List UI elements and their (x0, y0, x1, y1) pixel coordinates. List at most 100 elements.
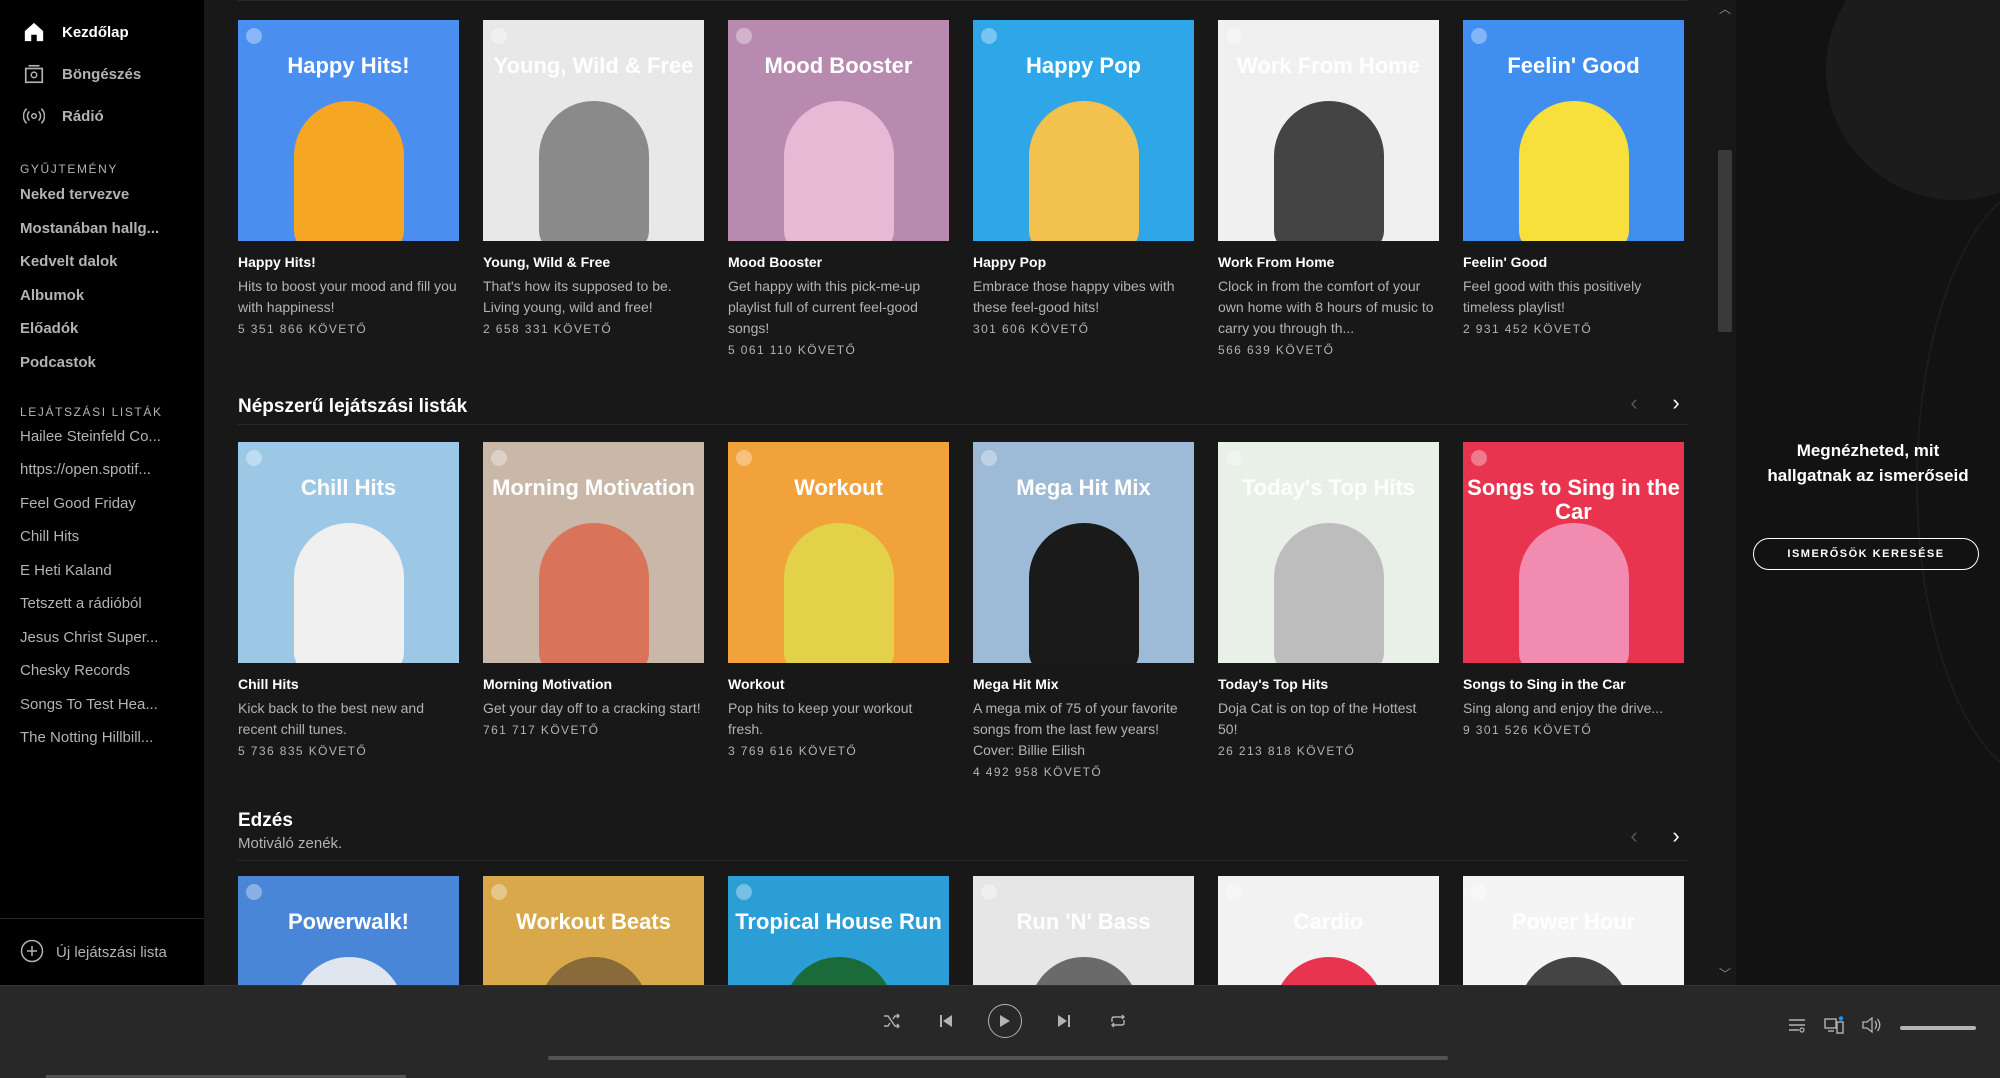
playlist-cover[interactable]: Young, Wild & Free (483, 20, 704, 241)
progress-bar[interactable] (548, 1056, 1448, 1060)
cover-figure (1518, 101, 1629, 241)
playlist-cover[interactable]: Morning Motivation (483, 442, 704, 663)
playlist-cover[interactable]: Happy Pop (973, 20, 1194, 241)
playlist-card[interactable]: Young, Wild & Free Young, Wild & Free That… (483, 20, 704, 336)
queue-icon[interactable] (1788, 1017, 1806, 1038)
playlist-name[interactable]: Work From Home (1218, 254, 1439, 270)
playlist-item[interactable]: Jesus Christ Super... (20, 629, 158, 646)
scroll-up-icon[interactable]: ︿ (1718, 0, 1732, 17)
cover-figure (538, 523, 649, 663)
playlist-name[interactable]: Mood Booster (728, 254, 949, 270)
playlist-cover[interactable]: Chill Hits (238, 442, 459, 663)
cover-title: Happy Pop (1026, 53, 1141, 78)
playlist-cover[interactable]: Run 'N' Bass (973, 876, 1194, 985)
find-friends-button[interactable]: ISMERŐSÖK KERESÉSE (1753, 538, 1979, 570)
playlist-description: Feel good with this positively timeless … (1463, 278, 1642, 315)
playlist-item[interactable]: The Notting Hillbill... (20, 729, 153, 746)
playlist-card[interactable]: Morning Motivation Morning Motivation Get … (483, 442, 704, 737)
volume-slider[interactable] (1900, 1025, 1976, 1030)
playlist-cover[interactable]: Today's Top Hits (1218, 442, 1439, 663)
cover-title: Powerwalk! (287, 909, 410, 934)
play-button[interactable] (988, 1004, 1022, 1038)
scrollbar[interactable]: ︿ ﹀ (1716, 0, 1736, 985)
playlist-card[interactable]: Powerwalk! (238, 876, 459, 985)
section-title-workout: Edzés (238, 810, 293, 831)
repeat-icon[interactable] (1106, 1009, 1130, 1033)
playlist-name[interactable]: Happy Hits! (238, 254, 459, 270)
nav-home[interactable]: Kezdőlap (20, 12, 129, 52)
cover-figure (1518, 523, 1629, 663)
playlist-cover[interactable]: Tropical House Run (728, 876, 949, 985)
cover-figure (538, 101, 649, 241)
playlist-item[interactable]: Feel Good Friday (20, 495, 136, 512)
playlist-name[interactable]: Mega Hit Mix (973, 676, 1194, 692)
chevron-right-icon[interactable]: › (1666, 823, 1686, 848)
nav-browse[interactable]: Böngészés (20, 54, 141, 94)
playlist-cover[interactable]: Mood Booster (728, 20, 949, 241)
chevron-left-icon[interactable]: ‹ (1624, 390, 1644, 415)
playlist-card[interactable]: Workout Workout Pop hits to keep your work… (728, 442, 949, 758)
playlist-item[interactable]: E Heti Kaland (20, 562, 112, 579)
collection-item-albums[interactable]: Albumok (20, 287, 84, 304)
playlist-name[interactable]: Morning Motivation (483, 676, 704, 692)
playlist-name[interactable]: Songs to Sing in the Car (1463, 676, 1684, 692)
playlist-card[interactable]: Power Hour (1463, 876, 1684, 985)
playlist-cover[interactable]: Work From Home (1218, 20, 1439, 241)
playlist-cover[interactable]: Workout (728, 442, 949, 663)
playlist-card[interactable]: Mega Hit Mix Mega Hit Mix A mega mix of 75… (973, 442, 1194, 779)
playlist-cover[interactable]: Workout Beats (483, 876, 704, 985)
sidebar: Kezdőlap Böngészés Rádió GYŰJTEMÉNY Neke… (0, 0, 204, 985)
playlist-cover[interactable]: Mega Hit Mix (973, 442, 1194, 663)
chevron-right-icon[interactable]: › (1666, 390, 1686, 415)
playlist-item[interactable]: Chesky Records (20, 662, 130, 679)
collection-item-made-for-you[interactable]: Neked tervezve (20, 186, 129, 203)
playlist-card[interactable]: Mood Booster Mood Booster Get happy with t… (728, 20, 949, 357)
playlist-name[interactable]: Young, Wild & Free (483, 254, 704, 270)
playlist-item[interactable]: Hailee Steinfeld Co... (20, 428, 161, 445)
playlist-card[interactable]: Workout Beats (483, 876, 704, 985)
playlist-cover[interactable]: Songs to Sing in the Car (1463, 442, 1684, 663)
playlist-description: A mega mix of 75 of your favorite songs … (973, 700, 1178, 758)
playlist-item[interactable]: Chill Hits (20, 528, 79, 545)
playlist-name[interactable]: Happy Pop (973, 254, 1194, 270)
collection-item-recently-played[interactable]: Mostanában hallg... (20, 220, 159, 237)
playlist-followers: 5 061 110 KÖVETŐ (728, 343, 857, 357)
playlist-name[interactable]: Chill Hits (238, 676, 459, 692)
playlist-item[interactable]: https://open.spotif... (20, 461, 151, 478)
playlist-cover[interactable]: Happy Hits! (238, 20, 459, 241)
playlist-item[interactable]: Songs To Test Hea... (20, 696, 158, 713)
previous-icon[interactable] (934, 1009, 958, 1033)
section-subtitle-workout: Motiváló zenék. (238, 835, 343, 852)
next-icon[interactable] (1052, 1009, 1076, 1033)
scroll-down-icon[interactable]: ﹀ (1718, 965, 1732, 982)
playlist-card[interactable]: Tropical House Run (728, 876, 949, 985)
playlist-name[interactable]: Workout (728, 676, 949, 692)
shuffle-icon[interactable] (880, 1009, 904, 1033)
playlist-card[interactable]: Chill Hits Chill Hits Kick back to the bes… (238, 442, 459, 758)
new-playlist-button[interactable]: Új lejátszási lista (0, 918, 204, 986)
playlist-card[interactable]: Feelin' Good Feelin' Good Feel good with t… (1463, 20, 1684, 336)
collection-item-liked-songs[interactable]: Kedvelt dalok (20, 253, 118, 270)
nav-radio[interactable]: Rádió (20, 96, 104, 136)
playlist-card[interactable]: Songs to Sing in the Car Songs to Sing in… (1463, 442, 1684, 737)
playlist-cover[interactable]: Powerwalk! (238, 876, 459, 985)
playlist-name[interactable]: Feelin' Good (1463, 254, 1684, 270)
playlist-card[interactable]: Happy Hits! Happy Hits! Hits to boost your… (238, 20, 459, 336)
playlist-item[interactable]: Tetszett a rádióból (20, 595, 142, 612)
playlist-card[interactable]: Work From Home Work From Home Clock in fro… (1218, 20, 1439, 357)
playlist-name[interactable]: Today's Top Hits (1218, 676, 1439, 692)
spotify-logo-icon (1471, 884, 1487, 900)
playlist-card[interactable]: Cardio (1218, 876, 1439, 985)
playlist-card[interactable]: Today's Top Hits Today's Top Hits Doja Cat… (1218, 442, 1439, 758)
collection-item-artists[interactable]: Előadók (20, 320, 78, 337)
playlist-cover[interactable]: Power Hour (1463, 876, 1684, 985)
playlist-cover[interactable]: Feelin' Good (1463, 20, 1684, 241)
collection-item-podcasts[interactable]: Podcastok (20, 354, 96, 371)
devices-icon[interactable] (1824, 1016, 1844, 1039)
scroll-thumb[interactable] (1718, 150, 1732, 332)
playlist-card[interactable]: Happy Pop Happy Pop Embrace those happy vi… (973, 20, 1194, 336)
volume-icon[interactable] (1862, 1016, 1882, 1038)
chevron-left-icon[interactable]: ‹ (1624, 823, 1644, 848)
playlist-cover[interactable]: Cardio (1218, 876, 1439, 985)
playlist-card[interactable]: Run 'N' Bass (973, 876, 1194, 985)
